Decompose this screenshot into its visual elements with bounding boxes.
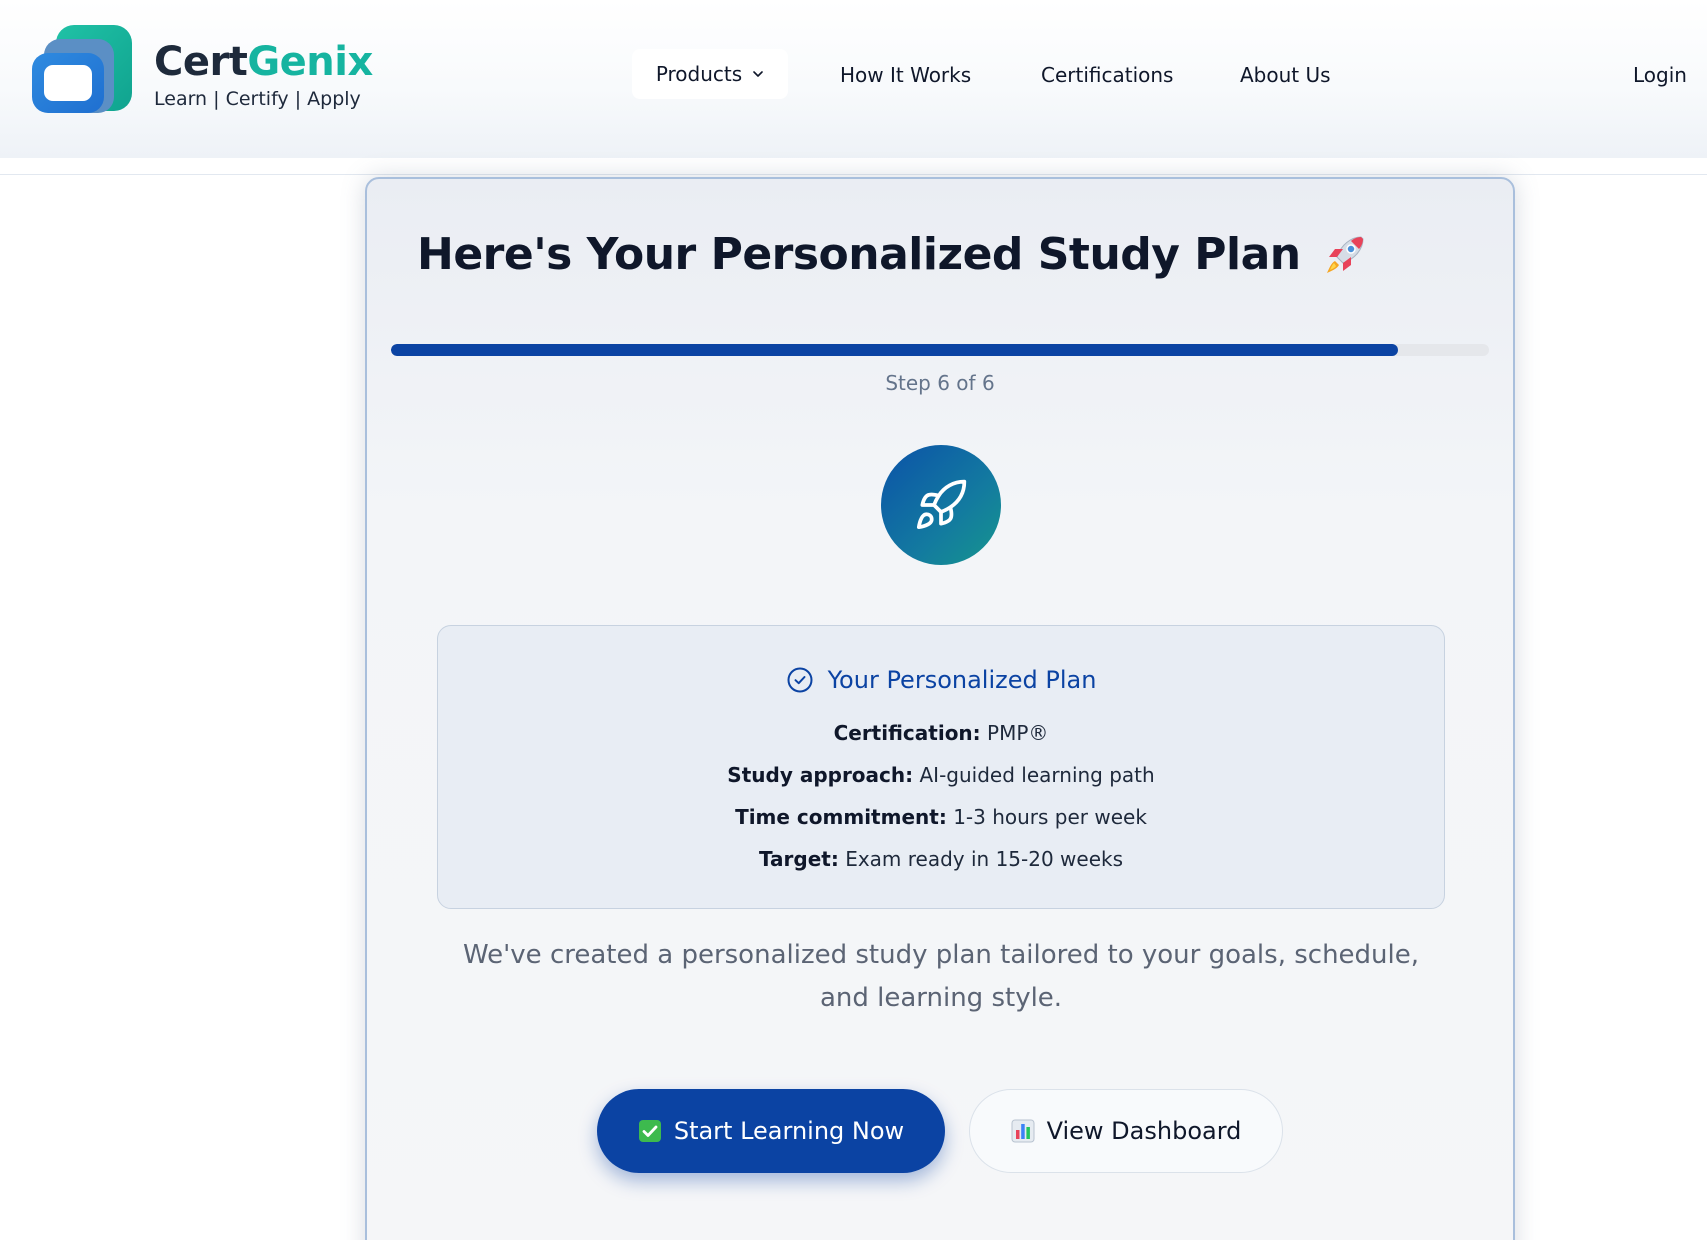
step-indicator: Step 6 of 6 <box>885 371 995 395</box>
progress-bar <box>391 344 1489 356</box>
view-dashboard-label: View Dashboard <box>1046 1117 1242 1145</box>
plan-heading: Your Personalized Plan <box>438 666 1444 694</box>
nav-how-it-works[interactable]: How It Works <box>840 54 971 96</box>
view-dashboard-button[interactable]: View Dashboard <box>969 1089 1283 1173</box>
progress-bar-fill <box>391 344 1398 356</box>
plan-row-target: Target: Exam ready in 15-20 weeks <box>758 847 1124 871</box>
brand-name: CertGenix <box>154 39 373 85</box>
rocket-emoji-icon <box>1326 235 1364 273</box>
plan-row-study-approach: Study approach: AI-guided learning path <box>727 763 1155 787</box>
check-circle-icon <box>787 667 813 693</box>
start-learning-label: Start Learning Now <box>673 1117 905 1145</box>
plan-row-time-commitment: Time commitment: 1-3 hours per week <box>735 805 1147 829</box>
nav-certifications[interactable]: Certifications <box>1041 54 1173 96</box>
nav-products-label: Products <box>655 62 743 86</box>
plan-row-certification: Certification: PMP® <box>833 721 1049 745</box>
start-learning-button[interactable]: Start Learning Now <box>597 1089 945 1173</box>
plan-summary-box: Your Personalized Plan Certification: PM… <box>437 625 1445 909</box>
header-divider <box>0 174 1707 175</box>
brand-logo[interactable]: CertGenix Learn | Certify | Apply <box>30 20 373 130</box>
logo-mark-icon <box>32 25 132 113</box>
rocket-icon <box>916 479 967 530</box>
page-title-text: Here's Your Personalized Study Plan <box>417 229 1301 280</box>
study-plan-card: Here's Your Personalized Study Plan Step… <box>365 177 1515 1240</box>
nav-products-dropdown[interactable]: Products <box>632 49 788 99</box>
page-title: Here's Your Personalized Study Plan <box>417 229 1369 280</box>
login-link[interactable]: Login <box>1633 54 1687 96</box>
brand-tagline: Learn | Certify | Apply <box>154 88 361 110</box>
rocket-badge <box>881 445 1001 565</box>
check-box-emoji-icon <box>638 1120 661 1142</box>
nav-about-us[interactable]: About Us <box>1240 54 1331 96</box>
plan-heading-text: Your Personalized Plan <box>827 666 1097 694</box>
plan-description: We've created a personalized study plan … <box>462 940 1420 1013</box>
site-header: CertGenix Learn | Certify | Apply Produc… <box>0 0 1707 158</box>
chevron-down-icon <box>753 71 763 77</box>
bar-chart-emoji-icon <box>1011 1119 1035 1143</box>
